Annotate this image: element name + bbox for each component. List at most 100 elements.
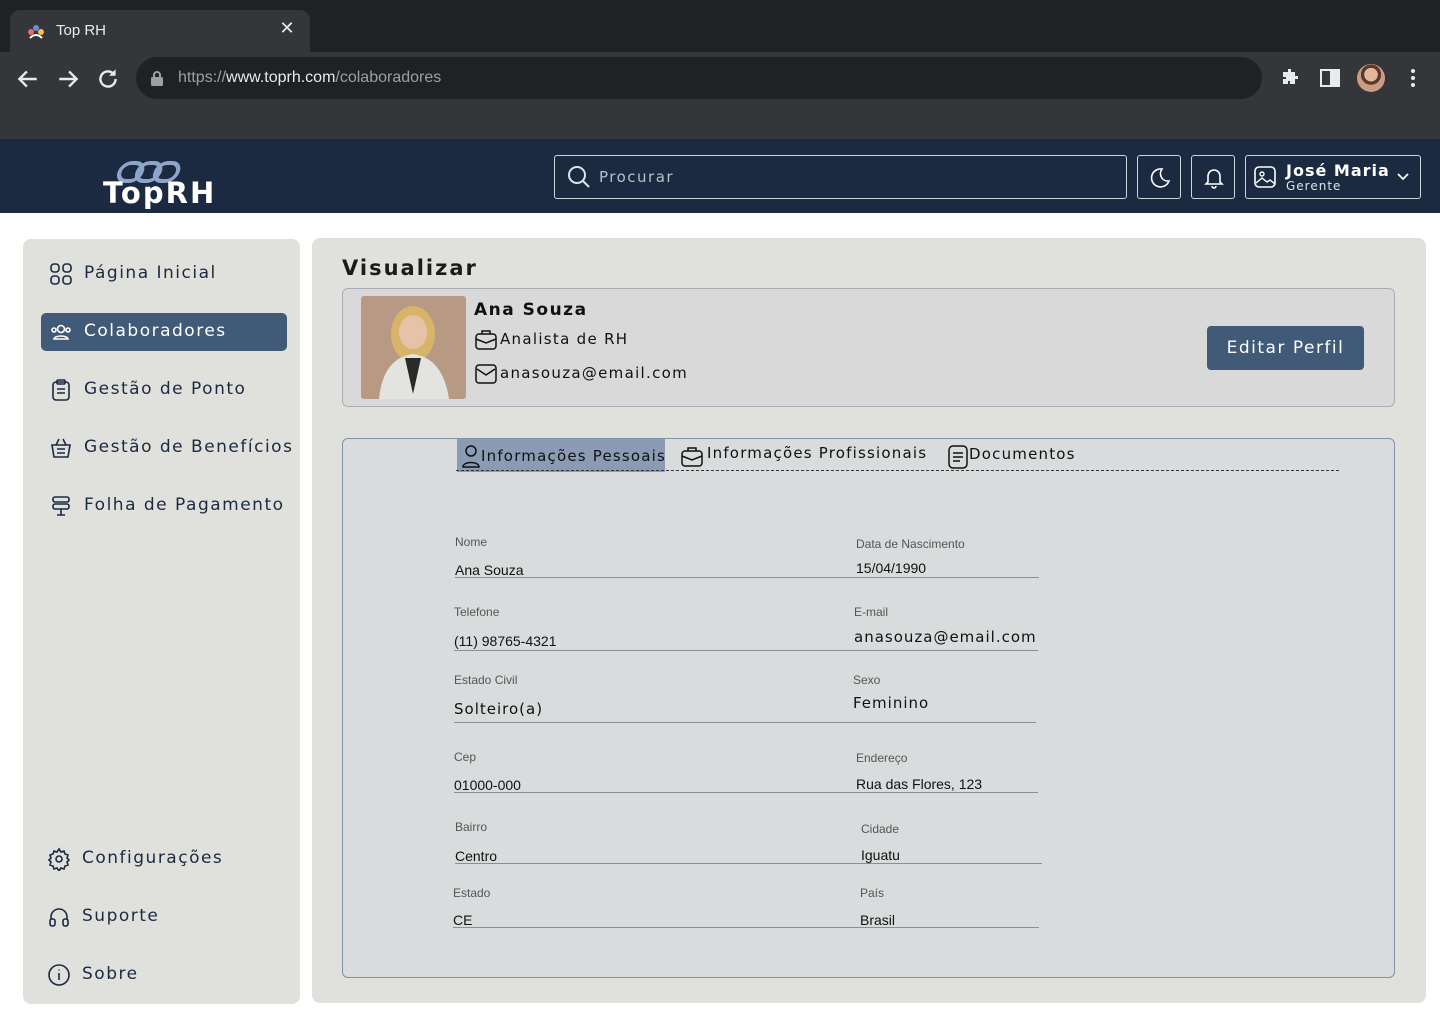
toprh-favicon-icon: [28, 25, 44, 39]
user-role: Gerente: [1286, 179, 1342, 193]
nome-value: Ana Souza: [455, 562, 524, 578]
url-text: https://www.toprh.com/colaboradores: [178, 69, 442, 86]
sidebar-item-colaboradores[interactable]: Colaboradores: [41, 313, 287, 351]
search-icon: [568, 166, 590, 188]
profile-role: Analista de RH: [500, 330, 629, 348]
forward-arrow-icon[interactable]: [55, 66, 81, 92]
estado-civil-value: Solteiro(a): [454, 700, 544, 718]
payroll-icon: [52, 496, 70, 516]
sidebar-item-sobre[interactable]: Sobre: [39, 956, 285, 994]
user-menu[interactable]: José Maria Gerente: [1245, 155, 1421, 199]
cep-label: Cep: [454, 750, 477, 764]
pais-label: País: [860, 886, 885, 900]
nascimento-label: Data de Nascimento: [856, 537, 965, 551]
sidebar-item-label: Colaboradores: [84, 321, 227, 341]
page-title: Visualizar: [342, 256, 478, 280]
sidebar-item-label: Página Inicial: [84, 263, 217, 283]
extensions-puzzle-icon[interactable]: [1278, 66, 1302, 90]
gear-icon: [47, 847, 71, 871]
pais-value: Brasil: [860, 912, 896, 928]
telefone-label: Telefone: [454, 605, 500, 619]
back-arrow-icon[interactable]: [15, 66, 41, 92]
profile-email: anasouza@email.com: [500, 364, 689, 382]
nascimento-underline: [856, 577, 1039, 578]
dark-mode-button[interactable]: [1137, 155, 1181, 199]
tabs-divider: [456, 470, 1339, 471]
telefone-value: (11) 98765-4321: [454, 633, 557, 649]
sidebar-item-pagina-inicial[interactable]: Página Inicial: [41, 255, 287, 293]
bairro-label: Bairro: [455, 820, 488, 834]
estado-value: CE: [453, 912, 473, 928]
sidebar-item-label: Gestão de Benefícios: [84, 437, 294, 457]
tab-title: Top RH: [56, 22, 107, 39]
cidade-underline: [861, 863, 1042, 864]
notifications-button[interactable]: [1191, 155, 1235, 199]
sidebar-item-gestao-de-ponto[interactable]: Gestão de Ponto: [41, 371, 287, 409]
app-logo-text[interactable]: TopRH: [103, 176, 216, 210]
close-tab-icon[interactable]: ✕: [278, 20, 296, 38]
email-value: anasouza@email.com: [854, 628, 1037, 646]
sidebar-item-suporte[interactable]: Suporte: [39, 898, 285, 936]
browser-toolbar: https://www.toprh.com/colaboradores: [0, 52, 1440, 139]
endereco-underline: [856, 792, 1038, 793]
search-box[interactable]: [554, 155, 1127, 199]
nascimento-value: 15/04/1990: [856, 560, 927, 576]
tab-documentos[interactable]: Documentos: [947, 439, 1087, 472]
sidebar-item-label: Configurações: [82, 848, 224, 868]
email-underline: [854, 650, 1038, 651]
tab-label: Documentos: [969, 445, 1076, 463]
address-bar[interactable]: https://www.toprh.com/colaboradores: [136, 57, 1262, 99]
clipboard-icon: [52, 379, 70, 401]
sidebar-item-folha-de-pagamento[interactable]: Folha de Pagamento: [41, 487, 287, 525]
basket-icon: [51, 438, 71, 458]
sexo-label: Sexo: [853, 673, 881, 687]
sidebar-item-label: Folha de Pagamento: [84, 495, 285, 515]
sidebar-item-label: Gestão de Ponto: [84, 379, 247, 399]
briefcase-icon: [475, 330, 497, 350]
document-icon: [948, 445, 968, 469]
search-input[interactable]: [599, 162, 1099, 192]
endereco-label: Endereço: [856, 751, 908, 765]
edit-profile-button[interactable]: Editar Perfil: [1207, 326, 1364, 370]
moon-icon: [1150, 168, 1171, 188]
browser-tab[interactable]: Top RH ✕: [10, 10, 310, 52]
tab-informacoes-profissionais[interactable]: Informações Profissionais: [680, 439, 930, 472]
user-image-icon: [1254, 166, 1276, 188]
profile-photo: [361, 296, 466, 399]
endereco-value: Rua das Flores, 123: [856, 776, 983, 792]
pais-underline: [860, 927, 1039, 928]
user-icon: [462, 445, 480, 468]
sidepanel-icon[interactable]: [1318, 66, 1342, 90]
chevron-down-icon: [1397, 173, 1409, 181]
tab-informacoes-pessoais[interactable]: Informações Pessoais: [457, 439, 665, 472]
briefcase-icon: [681, 447, 703, 467]
sexo-underline: [853, 722, 1036, 723]
users-icon: [51, 324, 71, 340]
headset-icon: [49, 908, 69, 927]
details-panel: Informações Pessoais Informações Profiss…: [342, 438, 1395, 978]
sidebar: Página Inicial Colaboradores Gestão de P…: [23, 239, 300, 1004]
estado-civil-label: Estado Civil: [454, 673, 518, 687]
sidebar-item-label: Sobre: [82, 964, 139, 984]
bell-icon: [1204, 169, 1224, 189]
profile-card: Ana Souza Analista de RH anasouza@email.…: [342, 288, 1395, 407]
more-menu-icon[interactable]: [1401, 66, 1425, 90]
sidebar-item-label: Suporte: [82, 906, 160, 926]
reload-icon[interactable]: [95, 66, 121, 92]
nome-label: Nome: [455, 535, 488, 549]
cidade-value: Iguatu: [861, 847, 900, 863]
info-icon: [48, 964, 70, 986]
grid-icon: [50, 263, 72, 285]
sexo-value: Feminino: [853, 694, 930, 712]
cidade-label: Cidade: [861, 822, 900, 836]
cep-value: 01000-000: [454, 777, 521, 793]
sidebar-item-configuracoes[interactable]: Configurações: [39, 840, 285, 878]
sidebar-item-gestao-de-beneficios[interactable]: Gestão de Benefícios: [41, 429, 292, 467]
browser-profile-avatar[interactable]: [1357, 64, 1385, 92]
bairro-value: Centro: [455, 848, 498, 864]
tab-label: Informações Pessoais: [481, 447, 667, 465]
browser-tabstrip: Top RH ✕: [0, 0, 1440, 52]
tab-label: Informações Profissionais: [707, 444, 928, 462]
mail-icon: [475, 364, 497, 384]
main-panel: Visualizar Ana Souza Analista de RH anas…: [312, 238, 1426, 1003]
